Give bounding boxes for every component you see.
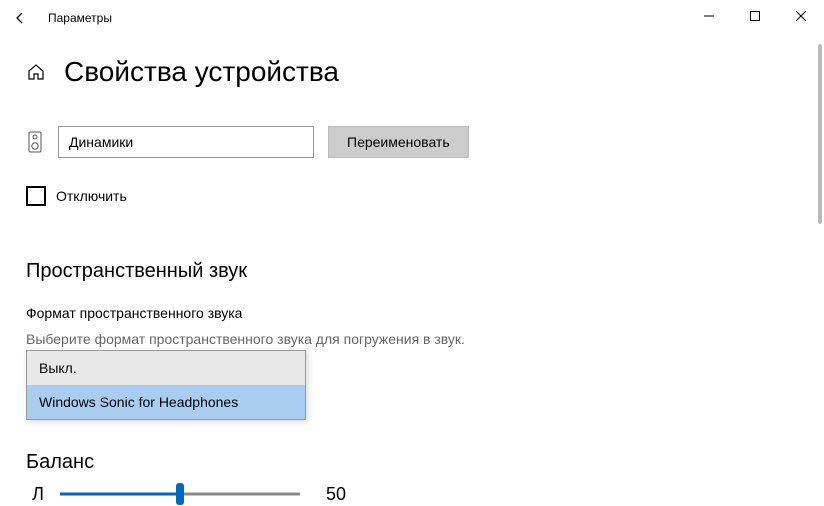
device-name-input[interactable]: [58, 126, 314, 158]
balance-slider[interactable]: [60, 482, 300, 506]
disable-row: Отключить: [26, 186, 798, 206]
home-icon[interactable]: [26, 62, 46, 82]
speaker-icon: [26, 130, 44, 154]
maximize-button[interactable]: [732, 0, 778, 32]
window-title: Параметры: [48, 11, 112, 25]
device-name-row: Переименовать: [26, 126, 798, 158]
titlebar: Параметры: [0, 0, 824, 36]
balance-left-label: Л: [26, 484, 50, 505]
close-icon: [796, 11, 806, 21]
disable-label: Отключить: [56, 188, 127, 204]
spatial-help-text: Выберите формат пространственного звука …: [26, 331, 798, 347]
scrollbar[interactable]: [818, 44, 822, 224]
arrow-left-icon: [12, 10, 28, 26]
balance-row: Л 50: [26, 482, 798, 506]
dropdown-option-windows-sonic[interactable]: Windows Sonic for Headphones: [27, 385, 305, 419]
maximize-icon: [750, 11, 760, 21]
spatial-format-dropdown[interactable]: Выкл. Windows Sonic for Headphones: [26, 350, 306, 420]
page-header: Свойства устройства: [26, 56, 798, 88]
slider-fill: [60, 493, 180, 496]
page-title: Свойства устройства: [64, 56, 339, 88]
window-controls: [686, 0, 824, 32]
rename-button[interactable]: Переименовать: [328, 126, 469, 158]
balance-title: Баланс: [26, 451, 798, 474]
slider-thumb[interactable]: [176, 483, 184, 505]
minimize-button[interactable]: [686, 0, 732, 32]
close-button[interactable]: [778, 0, 824, 32]
spatial-format-label: Формат пространственного звука: [26, 305, 798, 321]
disable-checkbox[interactable]: [26, 186, 46, 206]
content-area: Свойства устройства Переименовать Отключ…: [0, 36, 824, 505]
minimize-icon: [704, 11, 714, 21]
back-button[interactable]: [0, 0, 40, 36]
dropdown-option-off[interactable]: Выкл.: [27, 351, 305, 385]
spatial-sound-title: Пространственный звук: [26, 260, 798, 283]
balance-value: 50: [326, 484, 346, 505]
